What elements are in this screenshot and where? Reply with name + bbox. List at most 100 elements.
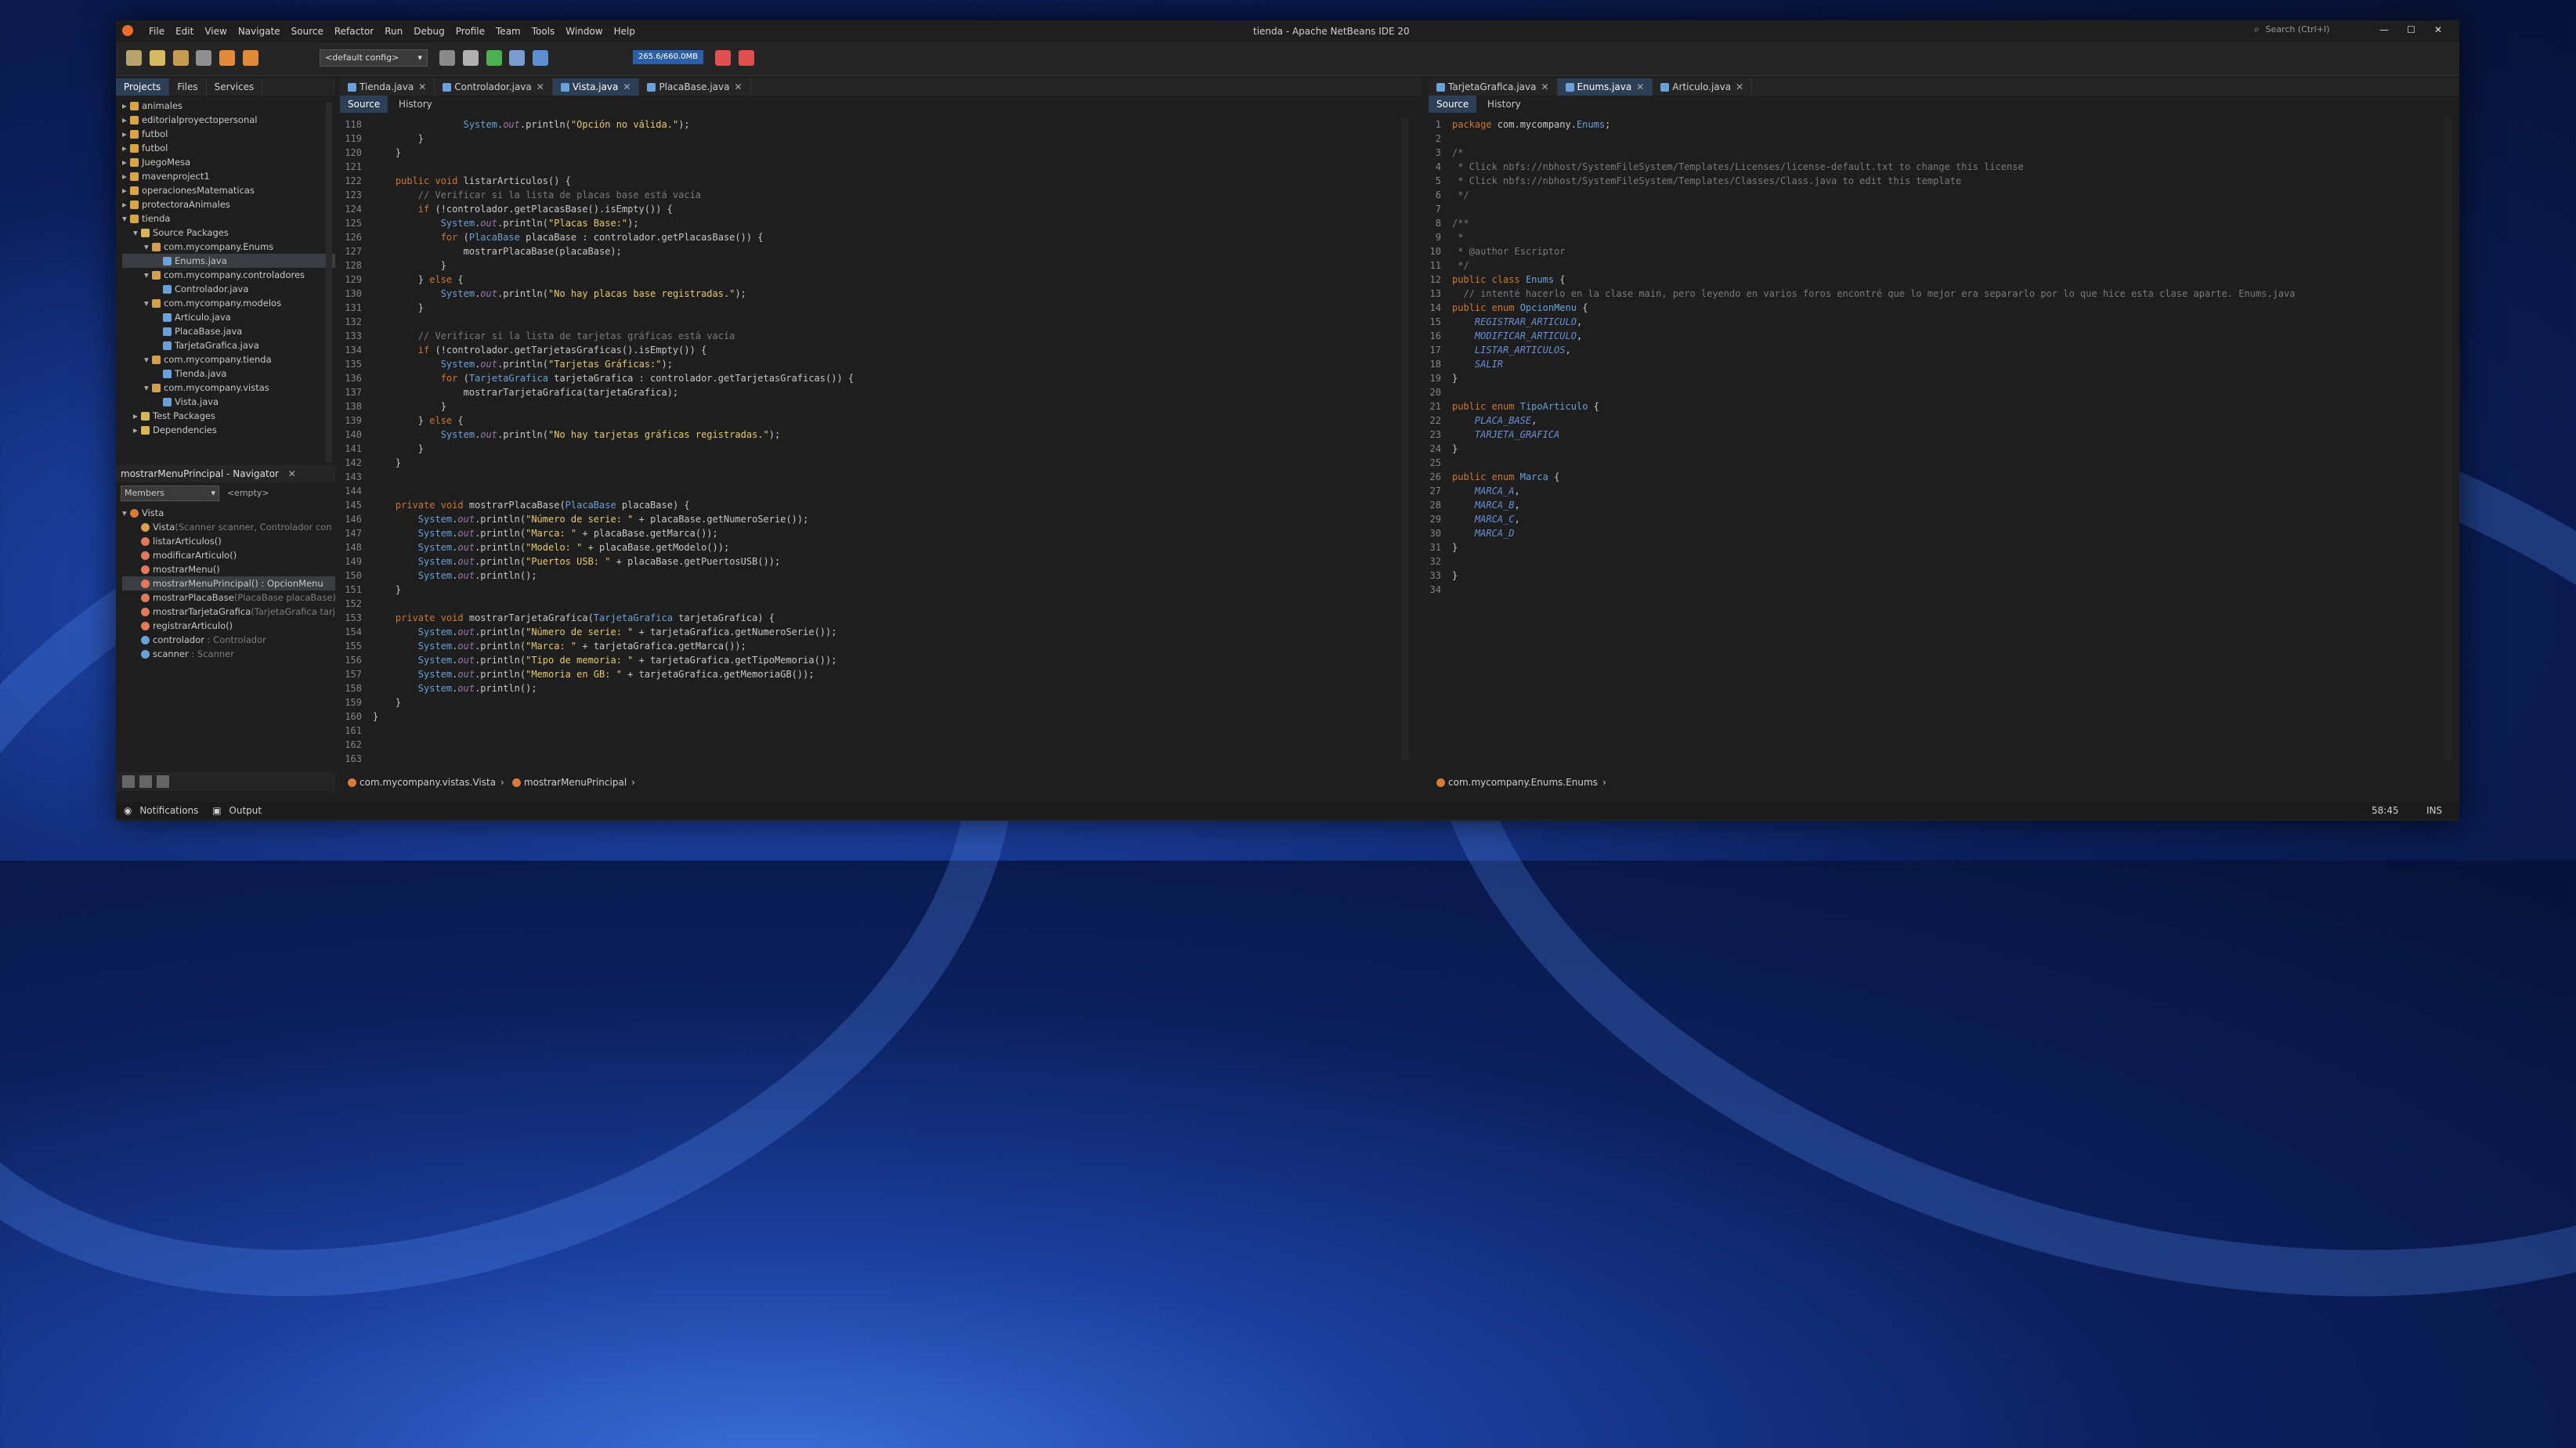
redo-icon[interactable] [243,50,259,66]
code-line[interactable]: 33} [1429,569,2459,583]
tab-files[interactable]: Files [169,78,207,96]
chevron-down-icon[interactable]: ▾ [144,296,152,310]
tree-item[interactable]: ▸ Dependencies [122,423,335,437]
code-line[interactable]: 4 * Click nbfs://nbhost/SystemFileSystem… [1429,160,2459,174]
navigator-item[interactable]: mostrarPlacaBase(PlacaBase placaBase) [122,590,336,605]
tree-item[interactable]: Vista.java [122,395,335,409]
code-line[interactable]: 26 public enum Marca { [1429,470,2459,484]
code-line[interactable]: 9 * [1429,230,2459,244]
tree-item[interactable]: Enums.java [122,254,335,268]
code-line[interactable]: 120 } [340,146,1421,160]
tree-item[interactable]: ▾ com.mycompany.vistas [122,381,335,395]
tree-item[interactable]: ▾ Source Packages [122,226,335,240]
code-line[interactable]: 19} [1429,371,2459,385]
chevron-down-icon[interactable]: ▾ [144,381,152,395]
navigator-item[interactable]: Vista(Scanner scanner, Controlador con [122,520,335,534]
chevron-right-icon[interactable]: ▸ [133,423,141,437]
breadcrumb-item[interactable]: com.mycompany.Enums.Enums [1448,777,1598,788]
profile-icon[interactable] [533,50,549,66]
menu-item[interactable]: File [149,26,164,37]
breadcrumb-item[interactable]: mostrarMenuPrincipal [524,777,627,788]
code-line[interactable]: 130 System.out.println("No hay placas ba… [340,287,1421,301]
tree-item[interactable]: ▾ com.mycompany.modelos [122,296,335,310]
tree-item[interactable]: ▸ JuegoMesa [122,155,335,169]
editor-tab[interactable]: Articulo.java ✕ [1653,78,1753,96]
code-line[interactable]: 118 System.out.println("Opción no válida… [340,117,1421,132]
editor-tab[interactable]: Vista.java ✕ [552,78,640,96]
filter-icon[interactable] [157,775,169,788]
open-project-icon[interactable] [172,50,189,66]
chevron-right-icon[interactable]: ▸ [122,113,130,127]
tab-services[interactable]: Services [207,78,263,96]
code-line[interactable]: 136 for (TarjetaGrafica tarjetaGrafica :… [340,371,1421,385]
chevron-right-icon[interactable]: ▸ [133,409,141,423]
menu-item[interactable]: Help [614,26,635,37]
code-line[interactable]: 134 if (!controlador.getTarjetasGraficas… [340,343,1421,357]
navigator-item[interactable]: modificarArticulo() [122,548,335,562]
chevron-right-icon[interactable]: ▸ [122,127,130,141]
code-line[interactable]: 163 [340,752,1421,766]
code-line[interactable]: 149 System.out.println("Puertos USB: " +… [340,554,1421,569]
code-line[interactable]: 124 if (!controlador.getPlacasBase().isE… [340,202,1421,216]
search-box[interactable]: ⌕ Search (Ctrl+I) [2254,23,2364,38]
close-icon[interactable]: ✕ [1636,81,1644,92]
code-line[interactable]: 31} [1429,540,2459,554]
config-select[interactable]: <default config> ▾ [320,49,428,67]
close-icon[interactable]: ✕ [418,81,426,92]
code-line[interactable]: 160} [340,710,1421,724]
navigator-item[interactable]: mostrarMenu() [122,562,335,576]
code-line[interactable]: 161 [340,724,1421,738]
code-line[interactable]: 2 [1429,132,2459,146]
code-line[interactable]: 139 } else { [340,413,1421,428]
close-icon[interactable]: ✕ [1736,81,1743,92]
maximize-button[interactable]: ☐ [2407,24,2415,35]
empty-select[interactable]: <empty> [227,486,305,500]
code-line[interactable]: 146 System.out.println("Número de serie:… [340,512,1421,526]
notifications-tab[interactable]: Notifications [139,805,198,816]
editor-tab[interactable]: Enums.java ✕ [1557,78,1653,96]
chevron-right-icon[interactable]: ▸ [122,155,130,169]
menu-item[interactable]: Edit [175,26,193,37]
chevron-right-icon[interactable]: ▸ [122,141,130,155]
code-line[interactable]: 17 LISTAR_ARTICULOS, [1429,343,2459,357]
code-line[interactable]: 21 public enum TipoArticulo { [1429,399,2459,413]
code-line[interactable]: 147 System.out.println("Marca: " + placa… [340,526,1421,540]
profiler-icon[interactable] [739,50,754,66]
code-line[interactable]: 143 [340,470,1421,484]
code-line[interactable]: 125 System.out.println("Placas Base:"); [340,216,1421,230]
chevron-right-icon[interactable]: ▸ [122,183,130,197]
right-editor-scrollbar[interactable] [2444,117,2451,760]
code-line[interactable]: 24} [1429,442,2459,456]
tree-item[interactable]: Articulo.java [122,310,335,324]
code-line[interactable]: 121 [340,160,1421,174]
close-icon[interactable]: ✕ [735,81,742,92]
code-line[interactable]: 29 MARCA_C, [1429,512,2459,526]
code-line[interactable]: 127 mostrarPlacaBase(placaBase); [340,244,1421,258]
navigator-item[interactable]: controlador : Controlador [122,633,335,647]
source-button[interactable]: Source [340,96,388,113]
code-line[interactable]: 137 mostrarTarjetaGrafica(tarjetaGrafica… [340,385,1421,399]
code-line[interactable]: 6 */ [1429,188,2459,202]
menu-item[interactable]: Source [291,26,323,37]
chevron-right-icon[interactable]: ▸ [122,169,130,183]
menu-item[interactable]: Profile [456,26,485,37]
menu-item[interactable]: Debug [414,26,444,37]
editor-tab[interactable]: Controlador.java ✕ [435,78,553,96]
menu-item[interactable]: Navigate [238,26,280,37]
chevron-down-icon[interactable]: ▾ [144,352,152,367]
chevron-down-icon[interactable]: ▾ [144,240,152,254]
save-all-icon[interactable] [196,50,212,66]
tree-item[interactable]: ▸ futbol [122,141,335,155]
tree-item[interactable]: ▸ editorialproyectopersonal [122,113,335,127]
code-line[interactable]: 30 MARCA_D [1429,526,2459,540]
tree-item[interactable]: ▸ animales [122,99,335,113]
new-file-icon[interactable] [149,50,165,66]
code-line[interactable]: 32 [1429,554,2459,569]
gc-icon[interactable] [715,50,731,66]
left-editor-scrollbar[interactable] [1401,117,1409,760]
menu-item[interactable]: Tools [532,26,555,37]
minimize-button[interactable]: — [2379,24,2389,35]
chevron-down-icon[interactable]: ▾ [133,226,141,240]
filter-icon[interactable] [122,775,135,788]
code-line[interactable]: 133 // Verificar si la lista de tarjetas… [340,329,1421,343]
